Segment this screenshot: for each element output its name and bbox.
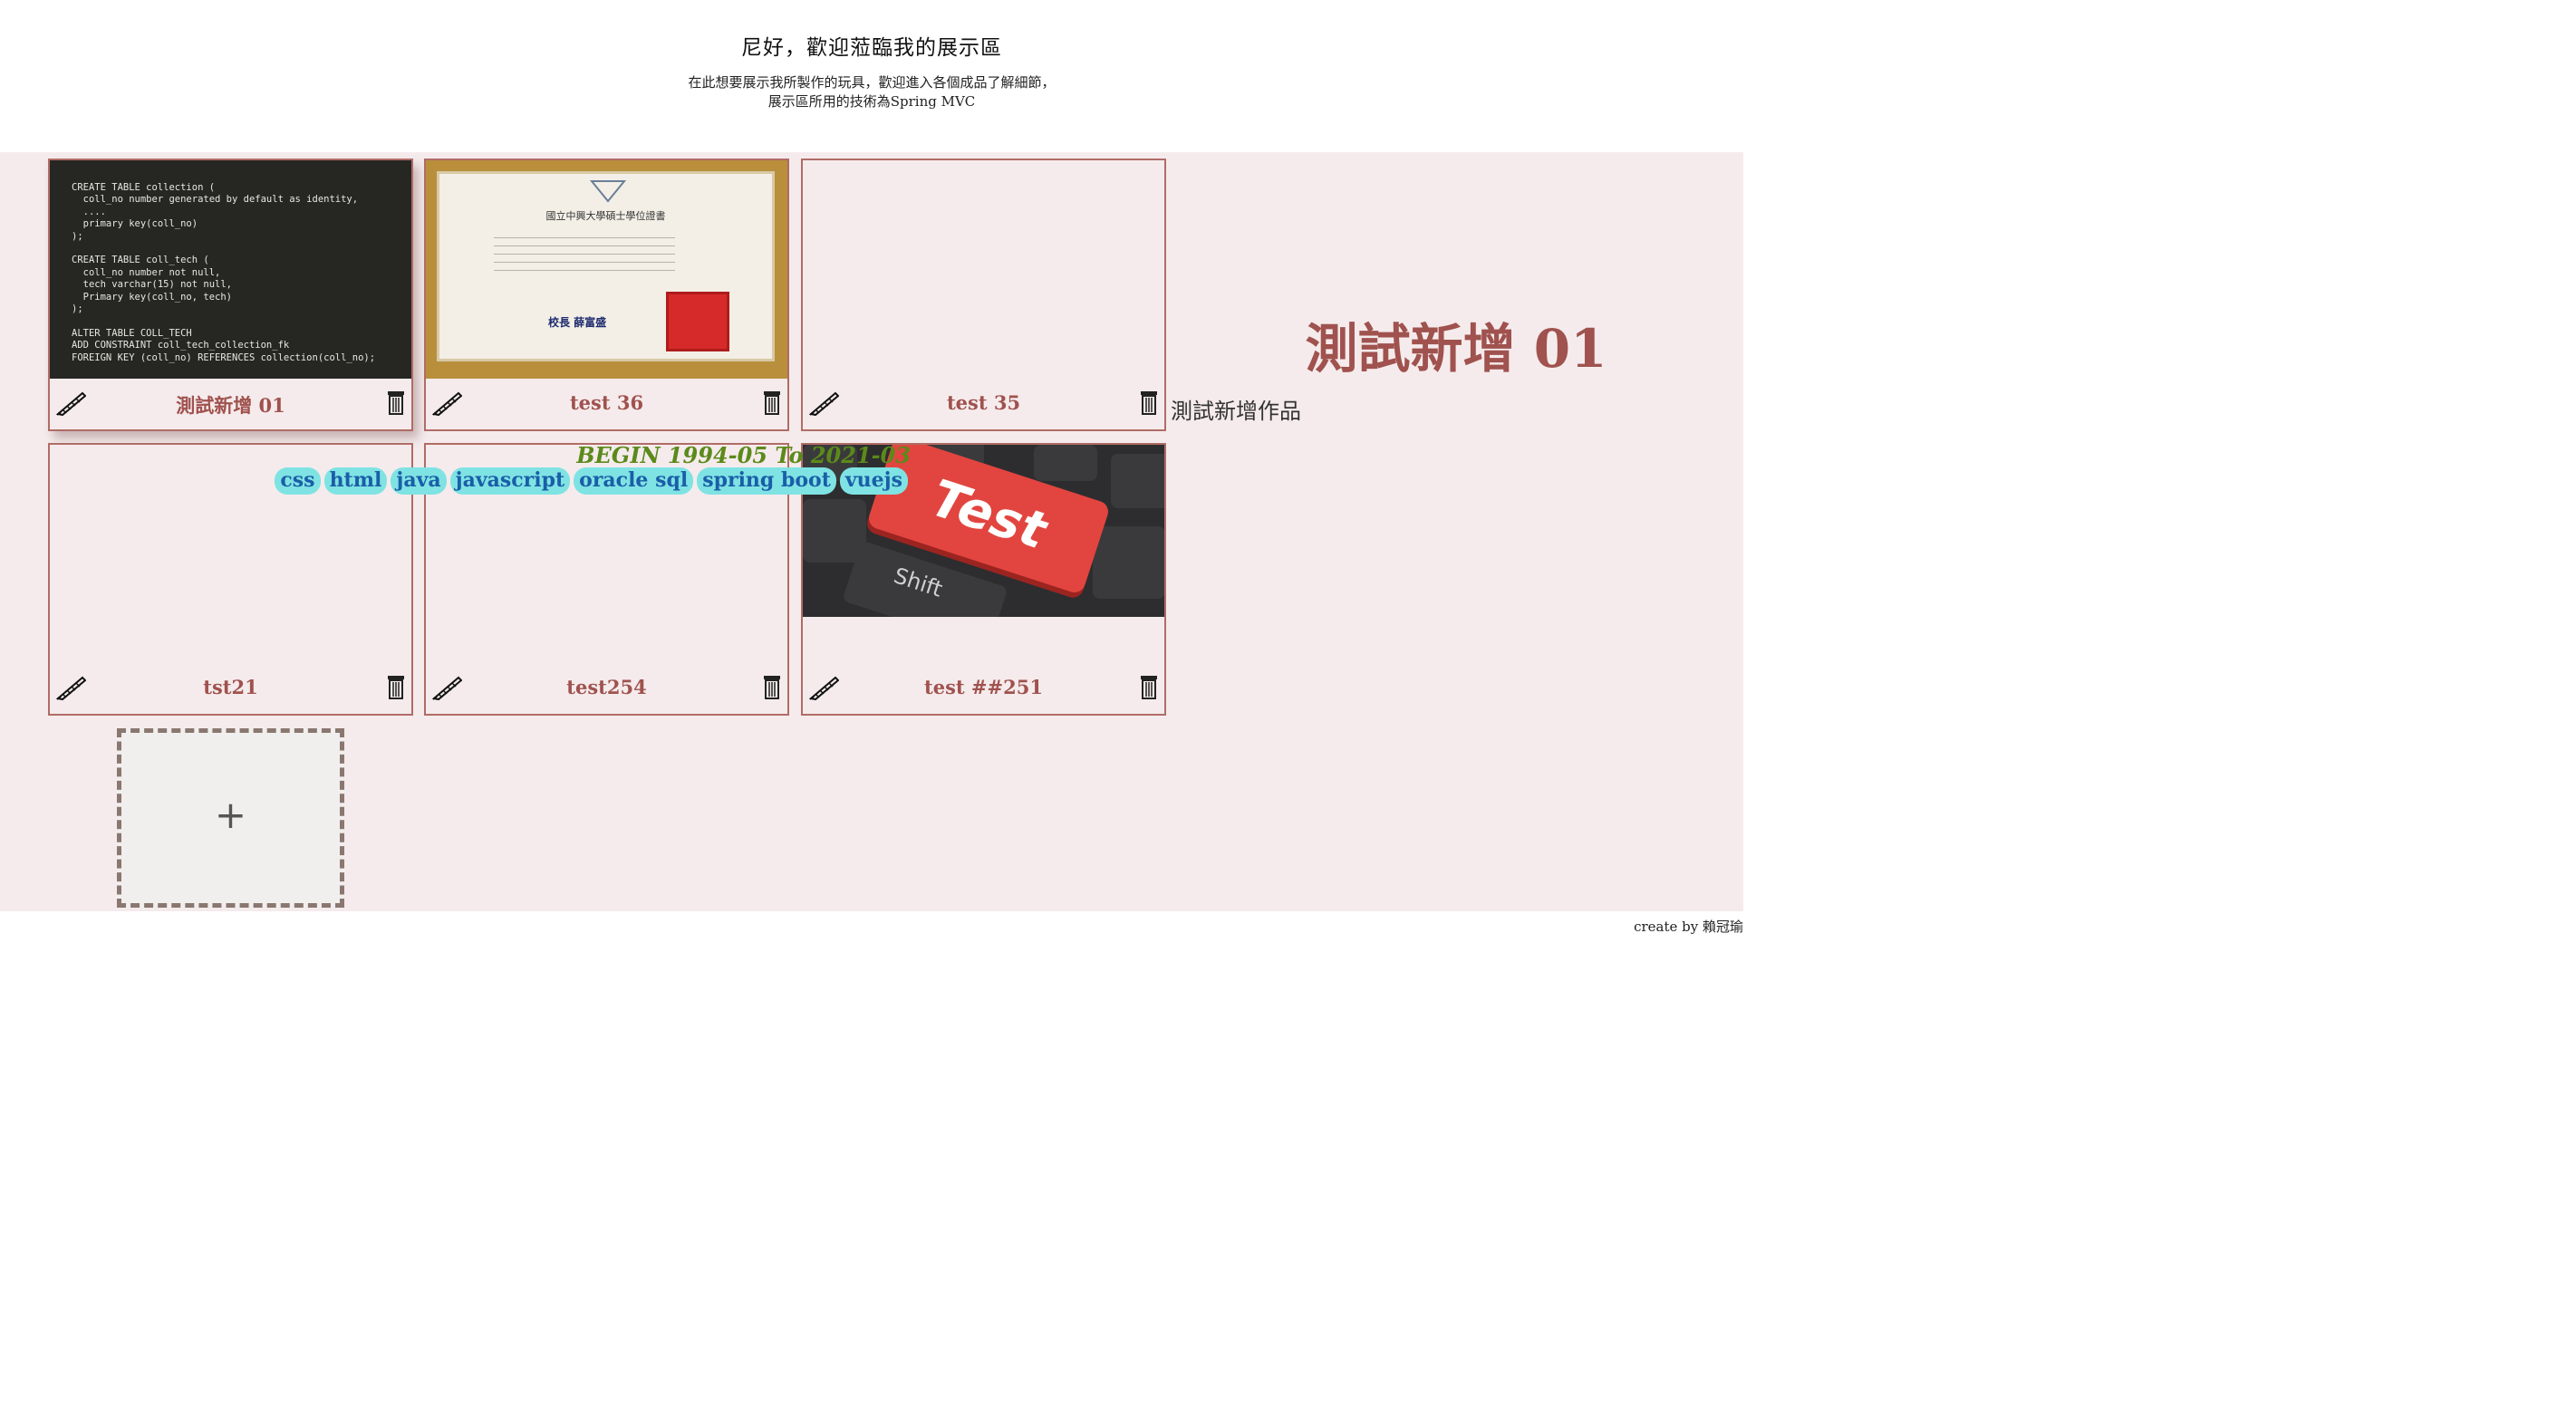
tech-tag-list: css html java javascript oracle sql spri… — [275, 467, 908, 495]
key-dark-4 — [1111, 454, 1164, 508]
card-footer: test 35 — [803, 379, 1164, 429]
page-header: 尼好，歡迎蒞臨我的展示區 在此想要展示我所製作的玩具，歡迎進入各個成品了解細節，… — [0, 0, 1743, 152]
tech-tag[interactable]: css — [275, 467, 321, 495]
trash-can-icon[interactable] — [1139, 674, 1159, 699]
quill-pen-icon[interactable] — [55, 390, 86, 417]
card-title[interactable]: tst21 — [104, 676, 357, 698]
tech-tag[interactable]: javascript — [449, 467, 571, 495]
certificate-seal — [666, 292, 729, 351]
card-footer: test ##251 — [803, 663, 1164, 714]
key-dark-6 — [1093, 526, 1164, 599]
intro-text-line-1: 在此想要展示我所製作的玩具，歡迎進入各個成品了解細節， — [688, 74, 1056, 91]
quill-pen-icon[interactable] — [808, 674, 839, 701]
sql-code-snippet: CREATE TABLE collection ( coll_no number… — [72, 182, 376, 363]
collection-card[interactable]: 國立中興大學碩士學位證書 校長 薛富盛 test 36 — [424, 159, 789, 431]
tech-tag[interactable]: vuejs — [839, 467, 908, 495]
card-title[interactable]: test ##251 — [857, 676, 1110, 698]
quill-pen-icon[interactable] — [431, 674, 462, 701]
quill-pen-icon[interactable] — [55, 674, 86, 701]
intro-text-line-2: 展示區所用的技術為Spring MVC — [767, 93, 976, 110]
card-footer: tst21 — [50, 663, 411, 714]
card-title[interactable]: 測試新增 01 — [104, 391, 357, 419]
emblem-icon — [590, 180, 626, 203]
trash-can-icon[interactable] — [386, 674, 406, 699]
card-title[interactable]: test254 — [480, 676, 733, 698]
card-thumbnail-sql-code[interactable]: CREATE TABLE collection ( coll_no number… — [50, 160, 411, 379]
collection-card[interactable]: test 35 — [801, 159, 1166, 431]
tech-tag[interactable]: java — [391, 467, 447, 495]
card-footer: test 36 — [426, 379, 787, 429]
detail-title: 測試新增 01 — [1305, 318, 1607, 380]
detail-date-range: BEGIN 1994-05 To 2021-03 — [576, 442, 911, 468]
collection-card[interactable]: CREATE TABLE collection ( coll_no number… — [48, 159, 413, 431]
trash-can-icon[interactable] — [386, 390, 406, 415]
quill-pen-icon[interactable] — [808, 390, 839, 417]
plus-icon: + — [214, 793, 247, 837]
card-thumbnail-certificate[interactable]: 國立中興大學碩士學位證書 校長 薛富盛 — [426, 160, 787, 379]
add-collection-button[interactable]: + — [117, 728, 344, 908]
trash-can-icon[interactable] — [762, 674, 782, 699]
card-thumbnail-empty[interactable] — [803, 160, 1164, 379]
certificate-heading: 國立中興大學碩士學位證書 — [545, 210, 666, 222]
trash-can-icon[interactable] — [1139, 390, 1159, 415]
quill-pen-icon[interactable] — [431, 390, 462, 417]
tech-tag[interactable]: html — [323, 467, 388, 495]
certificate-image: 國立中興大學碩士學位證書 校長 薛富盛 — [437, 171, 775, 361]
card-title[interactable]: test 36 — [480, 391, 733, 414]
card-title[interactable]: test 35 — [857, 391, 1110, 414]
key-dark-3 — [1034, 445, 1097, 481]
certificate-body-lines — [494, 230, 675, 275]
trash-can-icon[interactable] — [762, 390, 782, 415]
page-title: 尼好，歡迎蒞臨我的展示區 — [741, 36, 1002, 60]
certificate-signer: 校長 薛富盛 — [548, 316, 607, 329]
card-footer: test254 — [426, 663, 787, 714]
card-footer: 測試新增 01 — [50, 379, 411, 429]
footer-credit: create by 賴冠瑜 — [1634, 919, 1743, 935]
tech-tag[interactable]: oracle sql — [574, 467, 694, 495]
detail-description: 測試新增作品 — [1171, 399, 1301, 424]
tech-tag[interactable]: spring boot — [697, 467, 836, 495]
